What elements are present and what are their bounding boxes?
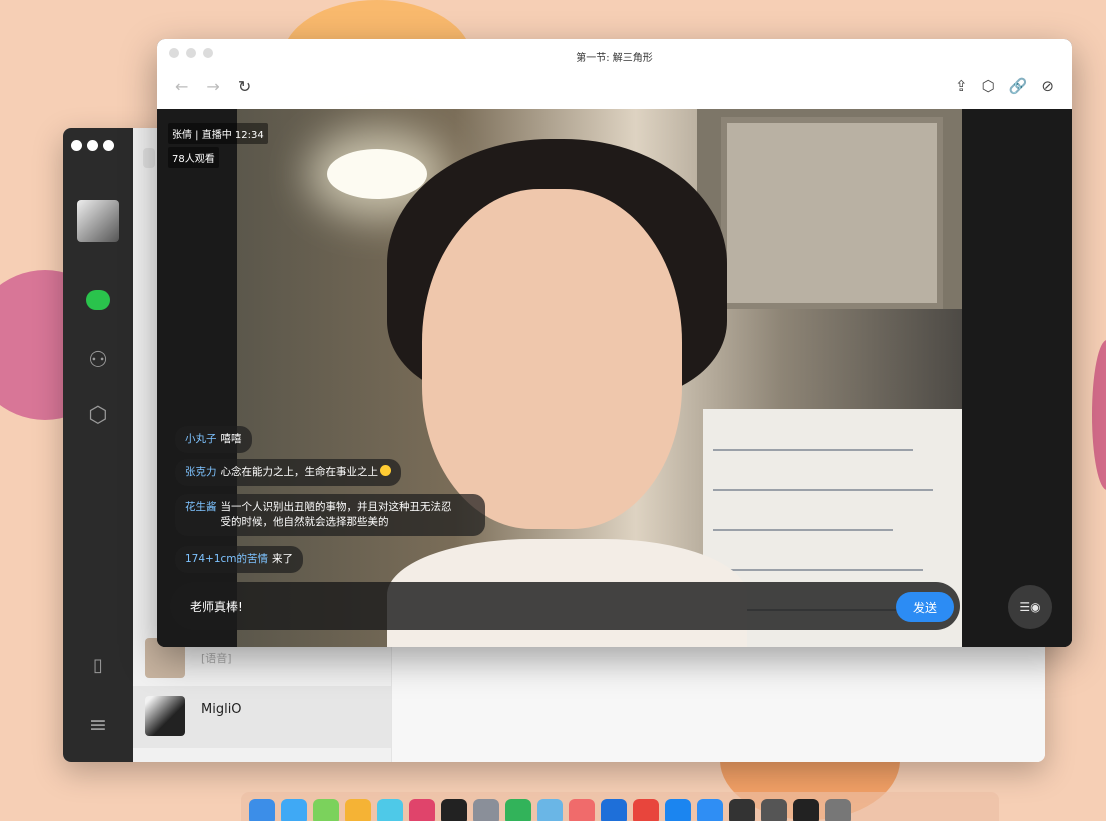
comment-user[interactable]: 小丸子 [185,433,217,445]
person-face [422,189,682,529]
app-icon[interactable] [729,799,755,821]
desktop: ⚇ ⬡ ▯ ≡ [语音] MigliO 第一节: 解三角形 ← → ↻ ⇪ ⬡ … [0,0,1106,821]
list-item[interactable]: MigliO [133,686,391,748]
video-frame [237,109,962,647]
minimize-dot[interactable] [87,140,98,151]
messenger-sidebar: ⚇ ⬡ ▯ ≡ [63,128,133,762]
reload-icon[interactable]: ↻ [238,77,251,96]
slack-icon[interactable] [409,799,435,821]
phone-icon[interactable]: ▯ [81,648,115,682]
app-icon[interactable] [601,799,627,821]
app-icon[interactable] [665,799,691,821]
safari-icon[interactable] [281,799,307,821]
viewer-count: 78人观看 [168,147,219,168]
toolbar: ⇪ ⬡ 🔗 ⊘ [955,77,1054,95]
avatar [145,696,185,736]
wallpaper-shape [1092,340,1106,490]
settings-icon[interactable] [473,799,499,821]
comment-bubble: 174+1cm的苦情 来了 [175,546,304,573]
box-icon[interactable]: ⬡ [81,398,115,432]
window-title: 第一节: 解三角形 [576,53,653,64]
sketch-icon[interactable] [345,799,371,821]
chat-icon[interactable] [81,283,115,317]
cube-icon[interactable]: ⬡ [982,77,995,95]
app-icon[interactable] [569,799,595,821]
app-icon[interactable] [761,799,787,821]
back-arrow-icon[interactable]: ← [175,77,188,96]
zoom-dot[interactable] [103,140,114,151]
forward-arrow-icon[interactable]: → [206,77,219,96]
contacts-icon[interactable]: ⚇ [81,343,115,377]
comment-text: 心念在能力之上，生命在事业之上 [220,466,379,478]
comment-bubble: 花生酱 当一个人识别出丑陋的事物，并且对这种丑无法忍受的时候，他自然就会选择那些美… [175,494,485,536]
send-button[interactable]: 发送 [896,592,954,622]
title-bar: 第一节: 解三角形 ← → ↻ ⇪ ⬡ 🔗 ⊘ [157,39,1072,109]
evernote-icon[interactable] [505,799,531,821]
comment-user[interactable]: 花生酱 [185,501,217,513]
nav-buttons: ← → ↻ [175,77,251,96]
list-item-name: MigliO [201,702,242,717]
qq-icon[interactable] [633,799,659,821]
window-controls [71,140,114,151]
link-icon[interactable]: 🔗 [1009,77,1028,95]
app-icon[interactable] [537,799,563,821]
search-box[interactable] [143,148,155,168]
comment-text: 嘻嘻 [220,433,242,445]
trash-icon[interactable] [825,799,851,821]
app-icon[interactable] [377,799,403,821]
lamp-light [327,149,427,199]
app-icon[interactable] [697,799,723,821]
comment-input-text[interactable]: 老师真棒! [190,598,243,615]
compass-icon[interactable]: ⊘ [1041,77,1054,95]
profile-avatar[interactable] [77,200,119,242]
smile-emoji-icon [380,465,391,476]
shelf [721,117,943,309]
app-icon[interactable] [441,799,467,821]
share-icon[interactable]: ⇪ [955,77,968,95]
comment-text: 当一个人识别出丑陋的事物，并且对这种丑无法忍受的时候，他自然就会选择那些美的 [220,501,452,528]
live-video[interactable]: 张倩 | 直播中 12:34 78人观看 小丸子 嘻嘻 张克力 心念在能力之上，生命… [157,109,1072,647]
close-dot[interactable] [71,140,82,151]
live-window: 第一节: 解三角形 ← → ↻ ⇪ ⬡ 🔗 ⊘ 张倩 | 直播中 12:34 7… [157,39,1072,647]
menu-icon[interactable]: ≡ [81,708,115,742]
comment-user[interactable]: 174+1cm的苦情 [185,553,268,565]
comment-bubble: 小丸子 嘻嘻 [175,426,252,453]
finder-icon[interactable] [249,799,275,821]
toggle-danmaku-icon[interactable]: ☰◉ [1008,585,1052,629]
comment-text: 来了 [272,553,294,565]
terminal-icon[interactable] [793,799,819,821]
dock [241,792,999,821]
wechat-icon[interactable] [313,799,339,821]
comment-bubble: 张克力 心念在能力之上，生命在事业之上 [175,459,401,486]
comment-input[interactable]: 老师真棒! 发送 [170,582,960,630]
list-item-preview: [语音] [201,652,232,665]
streamer-status: 张倩 | 直播中 12:34 [168,123,268,144]
comment-user[interactable]: 张克力 [185,466,217,478]
